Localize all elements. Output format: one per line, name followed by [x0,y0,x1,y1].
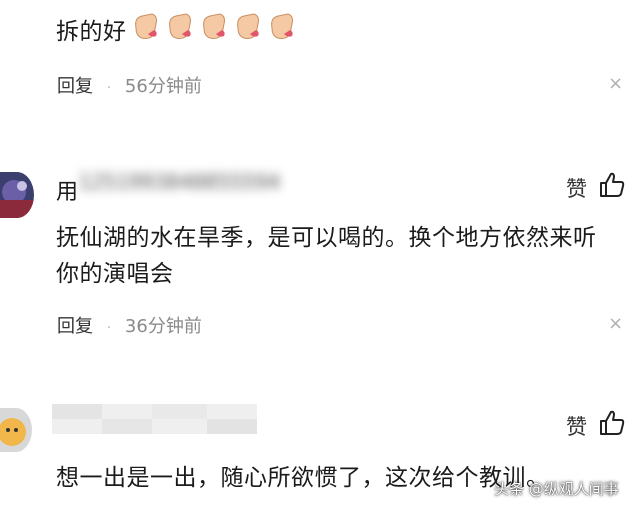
username-redacted [52,404,257,434]
like-label[interactable]: 赞 [566,411,587,441]
emoji-row [130,8,298,42]
reply-button[interactable]: 回复 [57,76,93,97]
comment-2-meta: 回复 · 36分钟前 [57,312,202,338]
clap-emoji [237,13,259,39]
comment-text: 拆的好 [56,19,127,45]
comment-2-text-line2: 你的演唱会 [56,261,174,287]
close-icon[interactable]: × [608,73,623,94]
avatar[interactable] [0,172,34,218]
reply-button[interactable]: 回复 [57,316,93,337]
username-blurred: 1251993840855594 [78,170,281,194]
avatar[interactable] [0,408,32,452]
avatar-image [0,408,32,452]
username-visible: 用 [56,180,79,205]
timestamp: 36分钟前 [124,316,202,337]
clap-emoji [169,13,191,39]
watermark-handle: @纵观人间事 [528,480,619,498]
redaction-mosaic [52,404,257,434]
separator-dot: · [106,80,112,96]
thumbs-up-icon[interactable] [598,171,626,203]
watermark: 头条 @纵观人间事 [494,478,619,499]
comment-2-text-line1: 抚仙湖的水在旱季，是可以喝的。换个地方依然来听 [56,225,597,251]
watermark-source: 头条 [494,480,525,498]
thumbs-up-icon[interactable] [598,409,626,441]
comment-1-text: 拆的好 [56,12,127,46]
avatar-image [0,172,34,218]
username[interactable]: 用 [56,174,79,206]
timestamp: 56分钟前 [124,76,202,97]
close-icon[interactable]: × [608,313,623,334]
like-label[interactable]: 赞 [566,173,587,203]
comment-1-meta: 回复 · 56分钟前 [57,72,202,98]
clap-emoji [203,13,225,39]
clap-emoji [135,13,157,39]
clap-emoji [271,13,293,39]
comment-3-text: 想一出是一出，随心所欲惯了，这次给个教训。 [56,465,550,491]
separator-dot: · [106,320,112,336]
